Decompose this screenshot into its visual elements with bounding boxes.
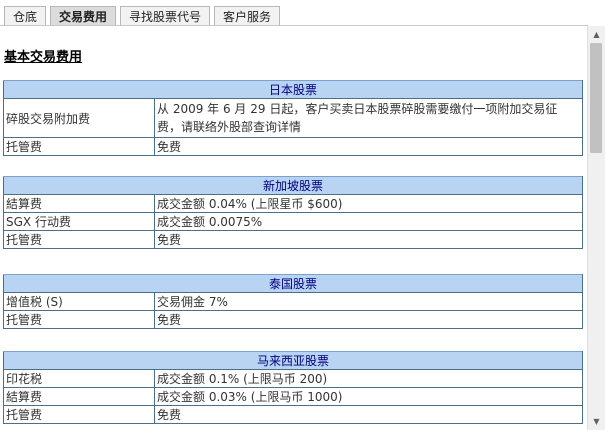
fee-value: 成交金额 0.0075% bbox=[154, 212, 583, 231]
table-row: 結算费 成交金额 0.03% (上限马币 1000) bbox=[3, 387, 583, 406]
fee-label: 碎股交易附加费 bbox=[3, 98, 155, 138]
fee-label: 托管费 bbox=[3, 230, 155, 249]
fee-value: 免费 bbox=[154, 230, 583, 249]
tab-trading-fees[interactable]: 交易费用 bbox=[50, 6, 117, 26]
fee-value: 从 2009 年 6 月 29 日起，客户买卖日本股票碎股需要缴付一项附加交易征… bbox=[154, 98, 583, 138]
vertical-scrollbar[interactable]: ▲ ▼ bbox=[587, 26, 605, 430]
thailand-fee-table: 泰国股票 增值税 (S) 交易佣金 7% 托管费 免费 bbox=[3, 274, 583, 329]
table-row: 托管费 免费 bbox=[3, 230, 583, 249]
tab-customer-service[interactable]: 客户服务 bbox=[214, 6, 281, 26]
japan-fee-table: 日本股票 碎股交易附加费 从 2009 年 6 月 29 日起，客户买卖日本股票… bbox=[3, 80, 583, 156]
fee-label: SGX 行动费 bbox=[3, 212, 155, 231]
table-row: 結算费 成交金额 0.04% (上限星币 $600) bbox=[3, 194, 583, 213]
fee-value: 成交金额 0.03% (上限马币 1000) bbox=[154, 387, 583, 406]
fee-value: 交易佣金 7% bbox=[154, 292, 583, 311]
table-row: 碎股交易附加费 从 2009 年 6 月 29 日起，客户买卖日本股票碎股需要缴… bbox=[3, 98, 583, 138]
fee-label: 結算费 bbox=[3, 387, 155, 406]
fee-value: 免费 bbox=[154, 137, 583, 156]
fee-value: 成交金额 0.1% (上限马币 200) bbox=[154, 369, 583, 388]
table-row: 托管费 免费 bbox=[3, 137, 583, 156]
singapore-fee-table: 新加坡股票 結算费 成交金额 0.04% (上限星币 $600) SGX 行动费… bbox=[3, 176, 583, 249]
fee-label: 印花税 bbox=[3, 369, 155, 388]
fee-label: 增值税 (S) bbox=[3, 292, 155, 311]
fee-label: 結算费 bbox=[3, 194, 155, 213]
tab-bar: 仓底 交易费用 寻找股票代号 客户服务 bbox=[0, 0, 605, 26]
page-title: 基本交易费用 bbox=[4, 50, 83, 65]
fee-value: 免费 bbox=[154, 310, 583, 329]
table-header: 日本股票 bbox=[3, 80, 583, 99]
malaysia-fee-table: 马来西亚股票 印花税 成交金额 0.1% (上限马币 200) 結算费 成交金额… bbox=[3, 351, 583, 424]
table-row: 托管费 免费 bbox=[3, 405, 583, 424]
fee-value: 免费 bbox=[154, 405, 583, 424]
table-row: 托管费 免费 bbox=[3, 310, 583, 329]
tab-find-stock-code[interactable]: 寻找股票代号 bbox=[120, 6, 211, 26]
content-area: 基本交易费用 日本股票 碎股交易附加费 从 2009 年 6 月 29 日起，客… bbox=[0, 26, 586, 430]
tab-holdings[interactable]: 仓底 bbox=[4, 6, 47, 26]
table-header: 马来西亚股票 bbox=[3, 351, 583, 370]
scroll-thumb[interactable] bbox=[590, 43, 602, 153]
table-header: 泰国股票 bbox=[3, 274, 583, 293]
table-row: 印花税 成交金额 0.1% (上限马币 200) bbox=[3, 369, 583, 388]
scroll-down-icon[interactable]: ▼ bbox=[588, 413, 605, 430]
fee-label: 托管费 bbox=[3, 310, 155, 329]
table-row: SGX 行动费 成交金额 0.0075% bbox=[3, 212, 583, 231]
table-header: 新加坡股票 bbox=[3, 176, 583, 195]
table-row: 增值税 (S) 交易佣金 7% bbox=[3, 292, 583, 311]
fee-label: 托管费 bbox=[3, 137, 155, 156]
fee-value: 成交金额 0.04% (上限星币 $600) bbox=[154, 194, 583, 213]
scroll-up-icon[interactable]: ▲ bbox=[588, 26, 605, 43]
fee-label: 托管费 bbox=[3, 405, 155, 424]
